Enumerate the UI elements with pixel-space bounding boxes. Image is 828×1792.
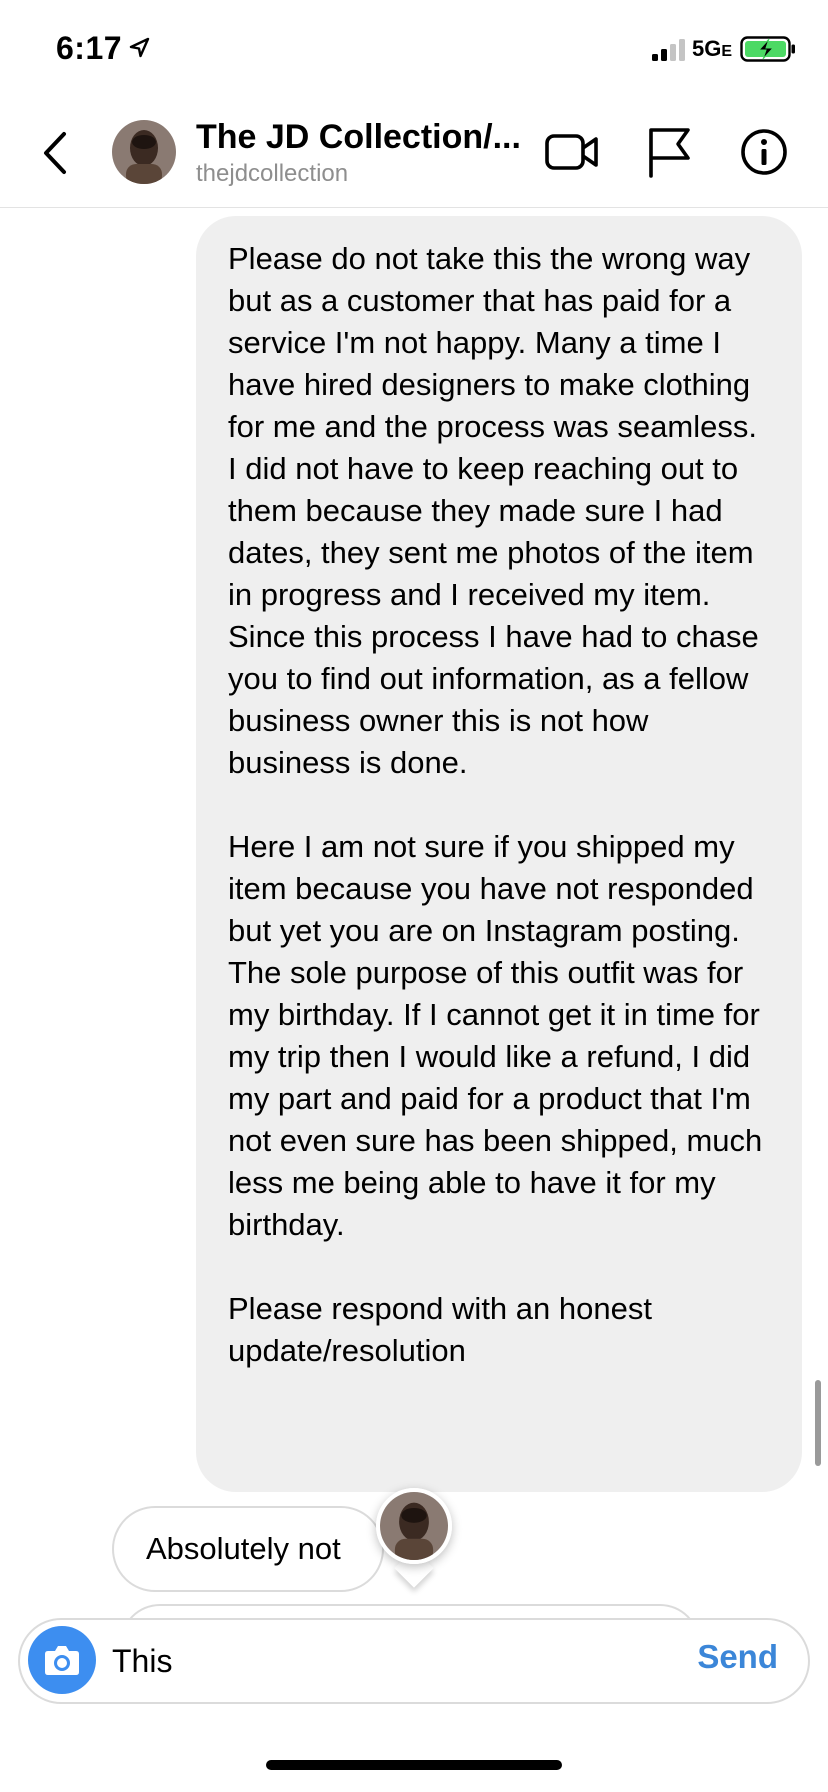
network-label: 5GE (692, 36, 733, 61)
status-time: 6:17 (56, 30, 123, 66)
seen-avatar (372, 1484, 456, 1588)
message-paragraph: Please do not take this the wrong way bu… (228, 241, 759, 780)
status-bar: 6:17 5GE (0, 0, 828, 100)
home-indicator[interactable] (266, 1760, 562, 1770)
location-arrow-icon (129, 37, 150, 58)
send-button[interactable]: Send (697, 1638, 778, 1676)
camera-icon (45, 1646, 79, 1675)
battery-icon (740, 36, 795, 62)
message-input[interactable] (112, 1628, 592, 1694)
message-paragraph: Please respond with an honest update/res… (228, 1291, 652, 1368)
received-message-bubble[interactable]: Absolutely not (112, 1506, 384, 1592)
sent-message-bubble[interactable]: Please do not take this the wrong way bu… (196, 216, 802, 1492)
info-icon[interactable] (736, 124, 792, 180)
camera-button[interactable] (28, 1626, 96, 1694)
contact-handle: thejdcollection (196, 160, 349, 187)
chat-header: The JD Collection/... thejdcollection (0, 100, 828, 208)
flag-icon[interactable] (642, 124, 698, 180)
video-call-icon[interactable] (544, 124, 600, 180)
signal-icon (652, 39, 685, 61)
chat-screen: 6:17 5GE The JD Collection/... thejdcoll… (0, 0, 828, 1792)
message-composer: Send (18, 1618, 810, 1704)
back-chevron-icon[interactable] (36, 128, 76, 178)
message-paragraph: Here I am not sure if you shipped my ite… (228, 829, 763, 1242)
scroll-indicator[interactable] (815, 1380, 821, 1466)
contact-name[interactable]: The JD Collection/... (196, 118, 521, 157)
contact-avatar[interactable] (112, 120, 176, 184)
